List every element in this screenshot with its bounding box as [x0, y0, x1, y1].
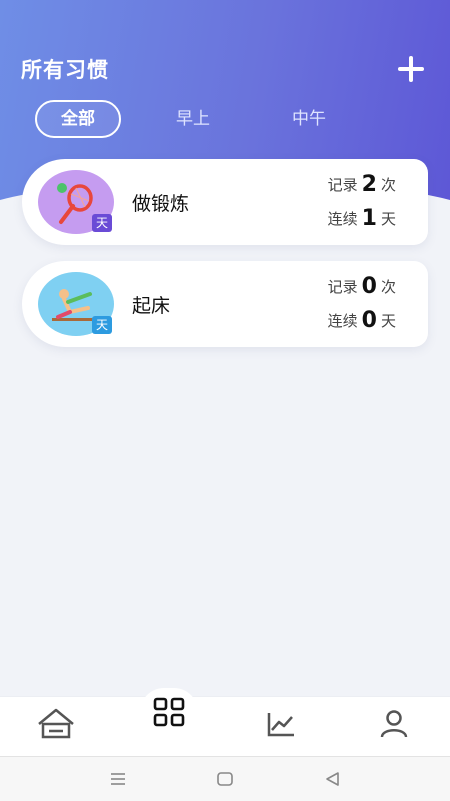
- nav-statistics[interactable]: [251, 697, 311, 753]
- nav-habits[interactable]: [140, 688, 198, 736]
- add-habit-button[interactable]: [396, 54, 426, 84]
- square-icon: [217, 772, 233, 786]
- menu-icon: [111, 773, 125, 785]
- menu-button[interactable]: [103, 767, 133, 791]
- tab-morning[interactable]: 早上: [160, 100, 226, 138]
- record-count: 记录 0 次: [327, 274, 396, 299]
- habit-name: 做锻炼: [132, 193, 190, 215]
- frequency-badge: 天: [92, 214, 112, 232]
- bottom-navigation: [0, 696, 450, 757]
- streak-count: 连续 1 天: [327, 206, 396, 231]
- nav-home[interactable]: [26, 697, 86, 753]
- system-navigation-bar: [0, 756, 450, 801]
- tab-noon[interactable]: 中午: [276, 100, 342, 138]
- tab-all[interactable]: 全部: [35, 100, 121, 138]
- frequency-badge: 天: [92, 316, 112, 334]
- grid-icon: [153, 697, 185, 727]
- tab-bar: 全部 早上 中午: [0, 100, 450, 138]
- home-button[interactable]: [210, 767, 240, 791]
- habit-card-wakeup[interactable]: 天 起床 记录 0 次 连续 0 天: [22, 261, 428, 347]
- profile-icon: [380, 710, 408, 738]
- back-triangle-icon: [326, 772, 339, 786]
- streak-count: 连续 0 天: [327, 308, 396, 333]
- home-icon: [38, 708, 74, 739]
- habit-name: 起床: [132, 295, 171, 317]
- chart-icon: [267, 713, 294, 737]
- record-count: 记录 2 次: [327, 172, 396, 197]
- habit-card-exercise[interactable]: 天 做锻炼 记录 2 次 连续 1 天: [22, 159, 428, 245]
- back-button[interactable]: [318, 767, 348, 791]
- nav-profile[interactable]: [364, 697, 424, 753]
- page-title: 所有习惯: [21, 58, 109, 82]
